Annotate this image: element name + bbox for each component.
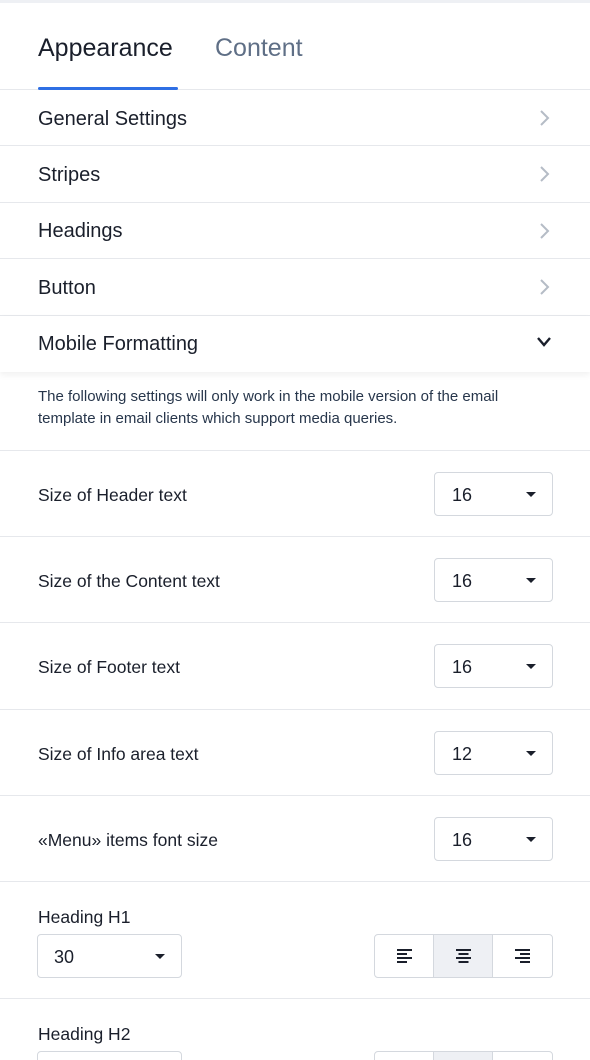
chevron-right-icon — [540, 166, 550, 182]
select-value: 12 — [452, 744, 473, 764]
chevron-down-icon — [537, 337, 551, 347]
heading-h1-alignment-group — [374, 934, 553, 978]
info-area-text-size-select[interactable]: 12 — [434, 731, 553, 775]
setting-label: «Menu» items font size — [38, 830, 218, 850]
setting-row-header-text: Size of Header text 16 — [0, 450, 590, 537]
select-value: 16 — [452, 485, 473, 505]
setting-row-footer-text: Size of Footer text 16 — [0, 622, 590, 709]
setting-label: Size of Footer text — [38, 657, 181, 677]
section-stripes[interactable]: Stripes — [0, 146, 590, 203]
tab-appearance[interactable]: Appearance — [38, 32, 173, 64]
align-left-button[interactable] — [375, 935, 434, 977]
setting-label: Size of Info area text — [38, 744, 199, 764]
align-left-button[interactable] — [375, 1052, 434, 1060]
align-right-button[interactable] — [493, 935, 552, 977]
caret-down-icon — [526, 578, 536, 583]
section-mobile-formatting[interactable]: Mobile Formatting — [0, 316, 590, 372]
setting-label: Heading H2 — [38, 1024, 131, 1044]
caret-down-icon — [526, 837, 536, 842]
section-label: Headings — [38, 220, 123, 242]
chevron-right-icon — [540, 223, 550, 239]
caret-down-icon — [526, 664, 536, 669]
tab-content[interactable]: Content — [215, 32, 303, 64]
align-center-button[interactable] — [434, 1052, 493, 1060]
section-button[interactable]: Button — [0, 259, 590, 316]
align-left-icon — [397, 949, 412, 963]
select-value: 16 — [452, 657, 473, 677]
section-label: Mobile Formatting — [38, 333, 199, 355]
chevron-right-icon — [540, 110, 550, 126]
section-general-settings[interactable]: General Settings — [0, 90, 590, 146]
setting-label: Size of the Content text — [38, 571, 220, 591]
section-label: Button — [38, 277, 96, 299]
align-right-button[interactable] — [493, 1052, 552, 1060]
align-center-icon — [456, 949, 471, 963]
content-text-size-select[interactable]: 16 — [434, 558, 553, 602]
heading-h1-size-select[interactable]: 30 — [37, 934, 182, 978]
header-text-size-select[interactable]: 16 — [434, 472, 553, 516]
heading-h2-alignment-group — [374, 1051, 553, 1060]
setting-row-content-text: Size of the Content text 16 — [0, 536, 590, 623]
section-headings[interactable]: Headings — [0, 203, 590, 259]
select-value: 16 — [452, 571, 473, 591]
align-center-button[interactable] — [434, 935, 493, 977]
caret-down-icon — [155, 954, 165, 959]
align-right-icon — [515, 949, 530, 963]
footer-text-size-select[interactable]: 16 — [434, 644, 553, 688]
setting-row-info-area-text: Size of Info area text 12 — [0, 709, 590, 796]
setting-row-heading-h2: Heading H2 — [0, 998, 590, 1060]
caret-down-icon — [526, 492, 536, 497]
setting-label: Size of Header text — [38, 485, 187, 505]
select-value: 30 — [54, 947, 75, 967]
menu-items-font-size-select[interactable]: 16 — [434, 817, 553, 861]
select-value: 16 — [452, 830, 473, 850]
section-label: General Settings — [38, 108, 187, 130]
heading-h2-size-select[interactable] — [37, 1051, 182, 1060]
caret-down-icon — [526, 751, 536, 756]
mobile-formatting-note: The following settings will only work in… — [38, 388, 499, 427]
tab-bar: Appearance Content — [0, 3, 590, 90]
setting-row-menu-items: «Menu» items font size 16 — [0, 795, 590, 882]
setting-label: Heading H1 — [38, 907, 131, 927]
chevron-right-icon — [540, 279, 550, 295]
setting-row-heading-h1: Heading H1 30 — [0, 881, 590, 998]
section-label: Stripes — [38, 164, 101, 186]
